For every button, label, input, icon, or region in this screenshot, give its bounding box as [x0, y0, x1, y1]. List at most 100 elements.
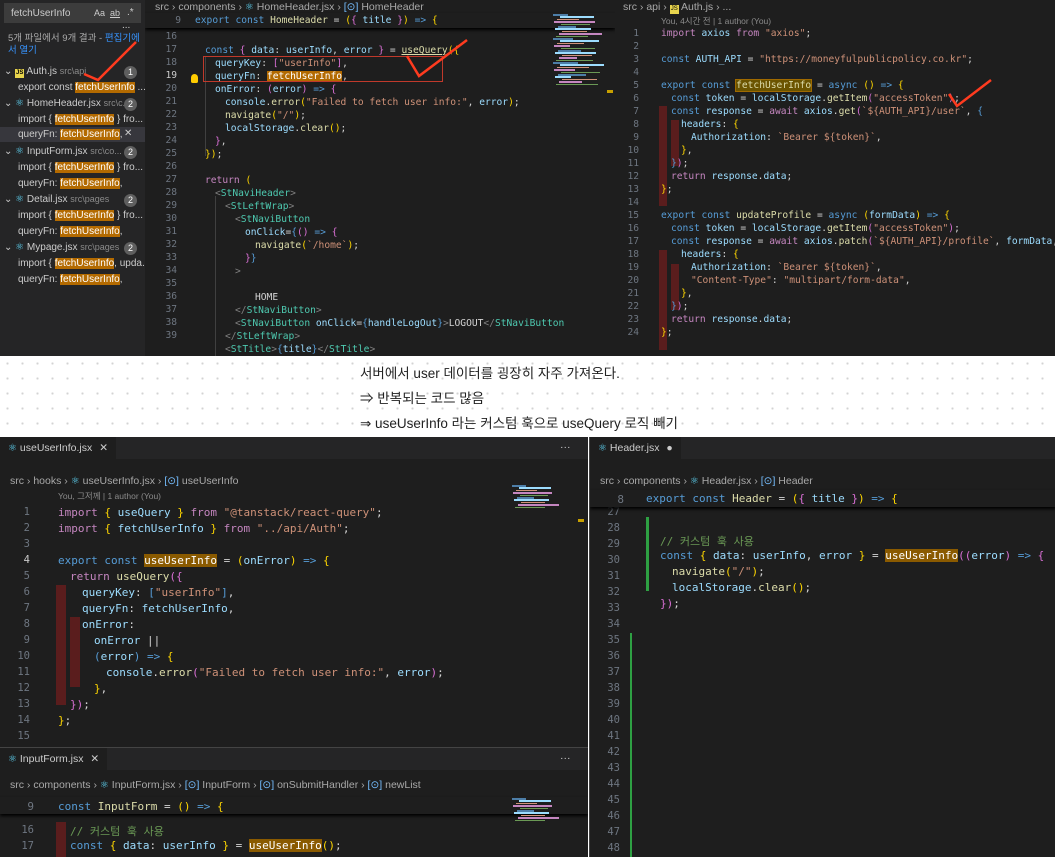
line-number: 44 [607, 778, 620, 790]
line-number: 34 [607, 618, 620, 630]
result-line[interactable]: queryFn: fetchUserInfo, [18, 274, 123, 285]
line-number: 28 [607, 522, 620, 534]
result-line[interactable]: queryFn: fetchUserInfo, [18, 178, 123, 189]
line-number: 42 [607, 746, 620, 758]
diff-region [70, 617, 80, 687]
minimap-line [559, 81, 582, 83]
breadcrumb: src › api › JS Auth.js › ... [623, 1, 732, 14]
minimap[interactable] [512, 485, 572, 515]
minimap[interactable] [553, 14, 615, 94]
minimap-line [520, 807, 548, 810]
react-file-icon: ⚛ [15, 242, 25, 253]
result-line[interactable]: import { fetchUserInfo } fro... [18, 114, 143, 125]
chevron-down-icon: ⌄ [4, 98, 13, 109]
minimap-line [555, 28, 591, 30]
result-line-selected[interactable]: queryFn: fetchUserInfo, ✕ [0, 127, 145, 142]
blame-annotation: You, 그저께 | 1 author (You) [58, 491, 162, 501]
line-number: 4 [23, 554, 30, 566]
result-file-inputform[interactable]: ⌄ ⚛ InputForm.jsx src\co... 2 [4, 146, 144, 159]
tab-useuserinfo[interactable]: ⚛ useUserInfo.jsx ✕ [0, 437, 116, 459]
search-input[interactable]: fetchUserInfo Aa ab .* [4, 3, 141, 23]
dismiss-result-icon[interactable]: ✕ [124, 128, 132, 139]
react-file-icon: ⚛ [15, 194, 25, 205]
result-file-mypage[interactable]: ⌄ ⚛ Mypage.jsx src\pages 2 [4, 242, 144, 255]
line-number: 10 [627, 145, 639, 156]
minimap-line [513, 805, 552, 807]
minimap[interactable] [512, 798, 572, 828]
inputform-editor: ⚛ InputForm.jsx ✕ ··· src › components ›… [0, 747, 588, 857]
lightbulb-icon[interactable] [191, 74, 198, 83]
line-number: 29 [165, 200, 177, 211]
line-number: 7 [23, 602, 30, 614]
more-options[interactable]: ... [122, 20, 130, 31]
result-file-detail[interactable]: ⌄ ⚛ Detail.jsx src\pages 2 [4, 194, 144, 207]
unsaved-dot-icon[interactable]: ● [666, 442, 672, 454]
minimap-line [562, 78, 597, 81]
sticky-scroll[interactable]: 8 export const Header = ({ title }) => { [590, 490, 1055, 507]
note-line: ⇒ useUserInfo 라는 커스텀 훅으로 useQuery 로직 빼기 [360, 416, 678, 431]
result-line[interactable]: import { fetchUserInfo, upda... [18, 258, 145, 269]
react-file-icon: ⚛ [99, 780, 109, 791]
symbol-icon: [⊙] [760, 475, 776, 487]
breadcrumb: src › hooks › ⚛ useUserInfo.jsx › [⊙] us… [10, 475, 239, 487]
line-number: 27 [165, 174, 177, 185]
line-number: 14 [627, 197, 639, 208]
sticky-scroll[interactable]: 9 export const HomeHeader = ({ title }) … [145, 13, 615, 28]
tab-inputform[interactable]: ⚛ InputForm.jsx ✕ [0, 748, 108, 770]
check-mark-annotation [947, 79, 992, 108]
line-number: 11 [627, 158, 639, 169]
line-number: 5 [23, 570, 30, 582]
match-word-toggle[interactable]: ab [110, 8, 120, 18]
minimap-line [561, 47, 595, 50]
more-actions-icon[interactable]: ··· [560, 752, 571, 764]
line-number: 33 [165, 252, 177, 263]
line-number: 12 [627, 171, 639, 182]
line-number: 38 [607, 682, 620, 694]
line-number: 5 [633, 80, 639, 91]
match-case-toggle[interactable]: Aa [94, 8, 105, 18]
minimap-line [518, 817, 560, 819]
line-number: 47 [607, 826, 620, 838]
result-line[interactable]: queryFn: fetchUserInfo, [18, 226, 123, 237]
diff-added-gutter [646, 517, 649, 591]
line-number: 6 [23, 586, 30, 598]
symbol-icon: [⊙] [343, 1, 359, 13]
result-line[interactable]: import { fetchUserInfo } fro... [18, 162, 143, 173]
line-number: 1 [633, 28, 639, 39]
close-icon[interactable]: ✕ [90, 753, 99, 765]
minimap-line [562, 30, 587, 33]
tab-bar: ⚛ InputForm.jsx ✕ ··· [0, 748, 588, 770]
regex-toggle[interactable]: .* [127, 7, 134, 18]
line-number: 15 [627, 210, 639, 221]
tab-header[interactable]: ⚛ Header.jsx ● [590, 437, 681, 459]
minimap-line [556, 35, 588, 38]
line-number: 26 [165, 161, 177, 172]
result-line[interactable]: import { fetchUserInfo } fro... [18, 210, 143, 221]
minimap-line [554, 45, 570, 47]
line-number: 1 [23, 506, 30, 518]
close-icon[interactable]: ✕ [99, 442, 108, 454]
minimap-line [559, 57, 577, 59]
more-actions-icon[interactable]: ··· [560, 441, 571, 453]
minimap-line [562, 54, 592, 57]
result-file-homeheader[interactable]: ⌄ ⚛ HomeHeader.jsx src\c... 2 [4, 98, 144, 111]
sticky-scroll[interactable]: 9 const InputForm = () => { [0, 797, 588, 814]
line-number: 45 [607, 794, 620, 806]
chevron-down-icon: ⌄ [4, 194, 13, 205]
scrollbar[interactable] [607, 90, 613, 93]
line-number: 35 [165, 278, 177, 289]
note-line: 서버에서 user 데이터를 굉장히 자주 가져온다. [360, 366, 620, 381]
scrollbar[interactable] [578, 519, 584, 522]
result-line[interactable]: export const fetchUserInfo ... [18, 82, 145, 93]
line-number: 27 [607, 506, 620, 518]
line-number: 8 [633, 119, 639, 130]
minimap-line [516, 489, 538, 492]
minimap-line [555, 76, 571, 78]
line-number: 41 [607, 730, 620, 742]
line-number: 19 [627, 262, 639, 273]
minimap-line [561, 71, 600, 74]
line-number: 16 [627, 223, 639, 234]
line-number: 37 [165, 304, 177, 315]
line-number: 8 [23, 618, 30, 630]
line-number: 48 [607, 842, 620, 854]
